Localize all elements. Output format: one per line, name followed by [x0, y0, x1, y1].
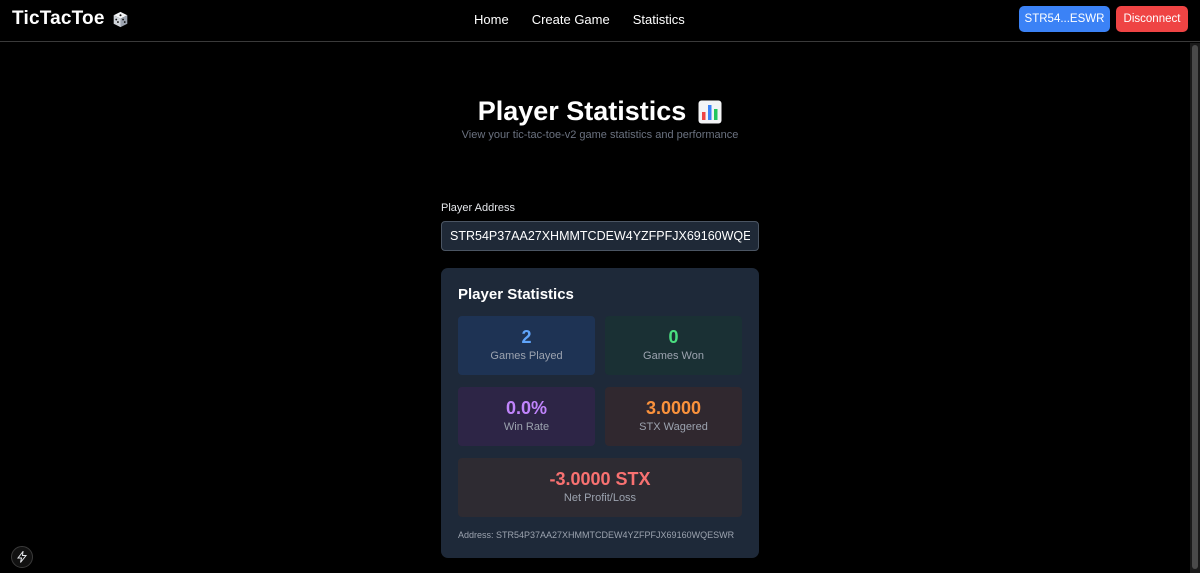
player-address-input[interactable] [441, 221, 759, 251]
dice-icon [113, 11, 127, 27]
win-rate-label: Win Rate [503, 421, 550, 433]
nav-home[interactable]: Home [474, 12, 509, 27]
dev-tools-button[interactable] [11, 546, 33, 568]
games-won-value: 0 [668, 327, 679, 347]
win-rate-value: 0.0% [505, 398, 548, 418]
top-navbar: TicTacToe Home Create Game Statistics ST… [0, 0, 1200, 42]
stx-wagered-tile: 3.0000 STX Wagered [605, 387, 742, 446]
games-won-tile: 0 Games Won [605, 316, 742, 375]
net-profit-label: Net Profit/Loss [563, 492, 637, 504]
wallet-address-button[interactable]: STR54...ESWR [1019, 6, 1110, 32]
page-scrollbar[interactable] [1190, 43, 1200, 573]
player-address-label: Player Address [441, 202, 515, 214]
net-profit-value: -3.0000 STX [549, 469, 651, 489]
brand-name: TicTacToe [12, 8, 105, 29]
games-played-tile: 2 Games Played [458, 316, 595, 375]
disconnect-button[interactable]: Disconnect [1116, 6, 1188, 32]
stats-heading: Player Statistics [458, 286, 574, 303]
address-footer: Address: STR54P37AA27XHMMTCDEW4YZFPFJX69… [458, 530, 735, 540]
games-played-value: 2 [521, 327, 532, 347]
nav-statistics[interactable]: Statistics [633, 12, 685, 27]
games-won-label: Games Won [643, 350, 704, 362]
page-title: Player Statistics [0, 96, 1200, 127]
nav-create-game[interactable]: Create Game [532, 12, 610, 27]
net-profit-tile: -3.0000 STX Net Profit/Loss [458, 458, 742, 517]
win-rate-tile: 0.0% Win Rate [458, 387, 595, 446]
scrollbar-thumb[interactable] [1192, 45, 1198, 569]
stx-wagered-value: 3.0000 [645, 398, 702, 418]
page-title-text: Player Statistics [477, 96, 687, 126]
brand-logo[interactable]: TicTacToe [12, 8, 129, 30]
lightning-bolt-icon [16, 551, 28, 563]
page-subtitle: View your tic-tac-toe-v2 game statistics… [461, 129, 739, 141]
main-nav: Home Create Game Statistics [474, 12, 685, 27]
bar-chart-icon [698, 100, 722, 123]
stx-wagered-label: STX Wagered [639, 421, 708, 433]
player-statistics-card: Player Statistics 2 Games Played 0 Games… [441, 268, 759, 558]
games-played-label: Games Played [490, 350, 563, 362]
